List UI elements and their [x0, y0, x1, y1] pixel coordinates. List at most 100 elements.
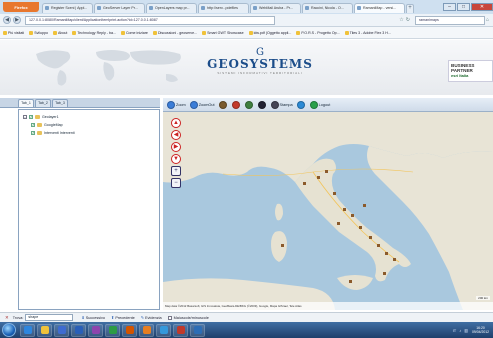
- logout-tool[interactable]: Logout: [309, 100, 330, 109]
- match-case-checkbox[interactable]: Maiuscole/minuscole: [167, 315, 209, 320]
- bookmark-label: Come iniziare: [125, 30, 148, 35]
- bookmark-icon: [72, 30, 77, 35]
- home-icon[interactable]: ⌂: [486, 17, 489, 23]
- browser-tab[interactable]: Raccini, Nicola - O...: [302, 2, 353, 13]
- layer-checkbox[interactable]: ✓: [31, 131, 35, 135]
- highlight-button[interactable]: ✎ Evidenzia: [141, 315, 162, 320]
- url-bar[interactable]: 127.0.0.1:8080/RamaniMap/client/Applicat…: [25, 15, 275, 25]
- zoom-out-button[interactable]: −: [171, 178, 181, 188]
- outlook-icon: [193, 326, 202, 334]
- start-button[interactable]: [2, 323, 16, 337]
- find-input[interactable]: shape: [25, 314, 74, 321]
- tab-label: Raccini, Nicola - O...: [311, 6, 344, 10]
- map-canvas[interactable]: [163, 112, 493, 310]
- taskbar-app-outlook[interactable]: [190, 323, 205, 337]
- tab-3[interactable]: Tab_3: [52, 99, 68, 107]
- bookmark-item[interactable]: Smart GWT Showcase: [202, 30, 244, 35]
- bookmark-item[interactable]: Più visitati: [3, 30, 24, 35]
- taskbar-app-7[interactable]: [122, 323, 137, 337]
- layer-icon: [37, 131, 42, 135]
- browser-tab[interactable]: OpenLayers map pr...: [146, 2, 197, 13]
- new-tab-button[interactable]: +: [406, 3, 414, 13]
- bookmark-label: Smart GWT Showcase: [207, 30, 244, 35]
- bookmark-label: P.O.R.S - Progetto Op...: [301, 30, 340, 35]
- taskbar-app-excel[interactable]: [105, 323, 120, 337]
- taskbar-app-word[interactable]: [71, 323, 86, 337]
- tab-2[interactable]: Tab_2: [35, 99, 51, 107]
- close-window-button[interactable]: ✕: [471, 3, 493, 11]
- forward-button[interactable]: ▶: [13, 16, 21, 24]
- volume-icon[interactable]: ♪: [459, 328, 461, 333]
- media-player-icon: [57, 326, 66, 334]
- checkbox-box[interactable]: [167, 315, 172, 320]
- partner-brand: esri Italia: [451, 73, 469, 78]
- taskbar-app-media[interactable]: [54, 323, 69, 337]
- browser-tab[interactable]: http://serv...pdefiles: [198, 2, 249, 13]
- collapse-icon[interactable]: −: [23, 115, 27, 119]
- bookmark-item[interactable]: Sviluppo: [29, 30, 48, 35]
- browser-tab[interactable]: GeoServer Layer Pr...: [94, 2, 145, 13]
- minimize-button[interactable]: –: [443, 3, 456, 11]
- bookmark-item[interactable]: About: [52, 30, 67, 35]
- taskbar-app-ie[interactable]: [20, 323, 35, 337]
- taskbar-app-explorer[interactable]: [37, 323, 52, 337]
- pan-tool[interactable]: [218, 100, 228, 109]
- layer-checkbox[interactable]: ✓: [31, 123, 35, 127]
- tree-node-interventi[interactable]: ✓ Interventi Interventi: [23, 129, 155, 137]
- taskbar-app-firefox[interactable]: [139, 323, 154, 337]
- layer-checkbox[interactable]: ✓: [29, 115, 33, 119]
- reload-icon[interactable]: ↻: [406, 17, 410, 23]
- tree-node-root[interactable]: − ✓ Geolayer1: [23, 113, 155, 121]
- pan-down-button[interactable]: ▼: [171, 154, 181, 164]
- tree-node-googlemap[interactable]: ✓ GoogleMap: [23, 121, 155, 129]
- bookmark-item[interactable]: idw.pdf (Oggetto appli...: [248, 30, 291, 35]
- network-icon[interactable]: ▥: [464, 328, 468, 333]
- print-tool[interactable]: Stampa: [270, 100, 293, 109]
- browser-tab[interactable]: Register Sceni | Appl...: [42, 2, 93, 13]
- zoom-in-button[interactable]: +: [171, 166, 181, 176]
- find-prev-button[interactable]: ⬆ Precedente: [111, 315, 135, 320]
- search-input[interactable]: ramanimaps: [414, 15, 485, 25]
- bookmark-star-icon[interactable]: ☆: [399, 17, 403, 23]
- clock[interactable]: 16:20 09/04/2012: [472, 326, 489, 334]
- pan-right-button[interactable]: ▶: [171, 142, 181, 152]
- map-view[interactable]: ▲ ◀ ▶ ▼ + − 200 km Map data ©2012 Basars…: [163, 112, 493, 310]
- language-indicator[interactable]: IT: [453, 328, 457, 333]
- bookmark-item[interactable]: Come iniziare: [120, 30, 148, 35]
- logo-tagline: SISTEMI INFORMATIVI TERRITORIALI: [217, 71, 303, 75]
- bookmark-item[interactable]: P.O.R.S - Progetto Op...: [296, 30, 340, 35]
- layer-tree: − ✓ Geolayer1 ✓ GoogleMap ✓ Interventi I…: [19, 110, 159, 140]
- browser-tab-active[interactable]: RamaniMap - versi...: [354, 2, 405, 13]
- close-findbar-icon[interactable]: ✕: [5, 315, 9, 321]
- bookmark-icon: [152, 30, 157, 35]
- bookmark-item[interactable]: Tiles 3 - Adobe Flex 3 H...: [344, 30, 391, 35]
- bookmark-item[interactable]: Discussioni - geoserve...: [152, 30, 197, 35]
- tab-1[interactable]: Tab_1: [18, 99, 34, 107]
- app-icon: [125, 326, 134, 334]
- layers-tool[interactable]: [244, 100, 254, 109]
- globe-tool[interactable]: [296, 100, 306, 109]
- zoom-tool[interactable]: Zoom: [167, 100, 186, 109]
- firefox-menu-button[interactable]: Firefox: [3, 2, 39, 12]
- browser-titlebar: Firefox Register Sceni | Appl... GeoServ…: [0, 0, 493, 14]
- nav-right-group: ☆ ↻ ramanimaps ⌂: [398, 15, 490, 25]
- zoomout-tool[interactable]: ZoomOut: [189, 100, 215, 109]
- back-button[interactable]: ◀: [3, 16, 11, 24]
- measure-tool[interactable]: [231, 100, 241, 109]
- taskbar-app-5[interactable]: [88, 323, 103, 337]
- pan-up-button[interactable]: ▲: [171, 118, 181, 128]
- pan-left-button[interactable]: ◀: [171, 130, 181, 140]
- bookmark-icon: [344, 30, 349, 35]
- browser-tab[interactable]: WebMail Aruba - Pr...: [250, 2, 301, 13]
- maximize-button[interactable]: □: [457, 3, 470, 11]
- taskbar-app-9[interactable]: [156, 323, 171, 337]
- layer-tree-panel: − ✓ Geolayer1 ✓ GoogleMap ✓ Interventi I…: [18, 109, 160, 310]
- tab-label: http://serv...pdefiles: [207, 6, 238, 10]
- tool-label: Stampa: [279, 102, 293, 107]
- taskbar-app-pdf[interactable]: [173, 323, 188, 337]
- tree-node-label: Interventi Interventi: [44, 131, 75, 135]
- info-tool[interactable]: [257, 100, 267, 109]
- find-next-button[interactable]: ⬇ Successivo: [81, 315, 105, 320]
- find-next-label: Successivo: [85, 315, 105, 320]
- bookmark-item[interactable]: Technology Reply - ba...: [72, 30, 116, 35]
